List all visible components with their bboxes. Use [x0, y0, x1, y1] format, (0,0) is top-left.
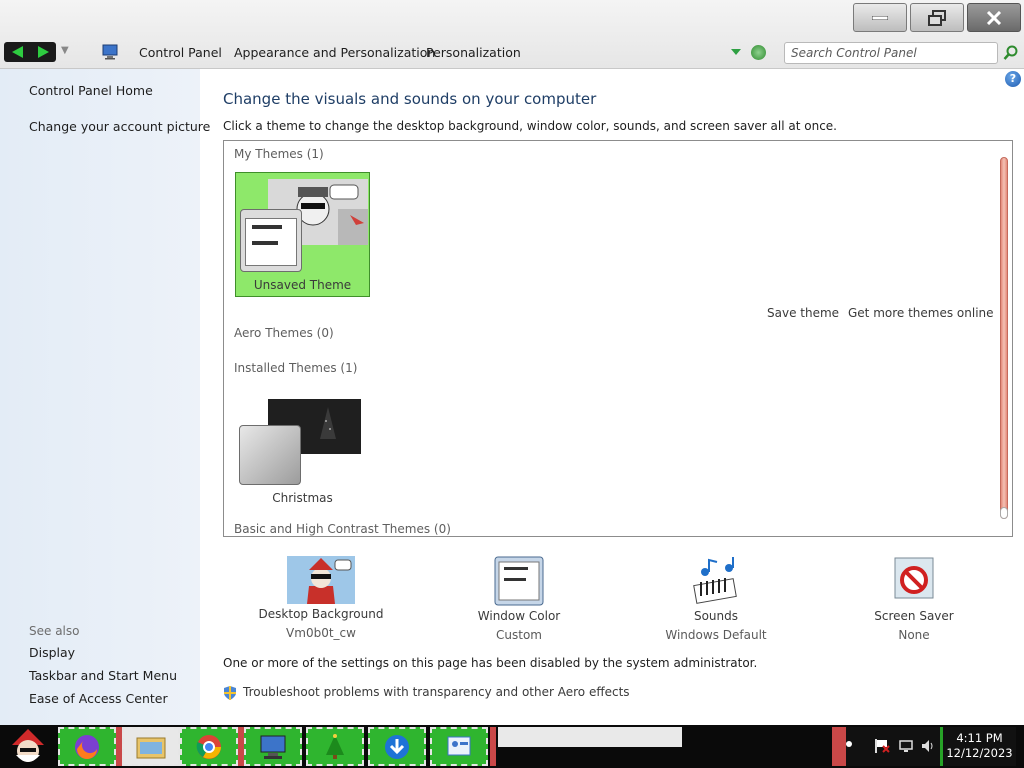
help-button[interactable]: ?: [1005, 71, 1021, 87]
restore-button[interactable]: [910, 3, 964, 32]
christmas-window-color-swatch: [239, 425, 301, 485]
sidebar-link-control-panel-home[interactable]: Control Panel Home: [29, 83, 153, 98]
admin-notice: One or more of the settings on this page…: [223, 656, 758, 670]
taskbar-settings[interactable]: [430, 727, 488, 766]
taskbar-control-panel[interactable]: [244, 727, 302, 766]
back-forward-buttons[interactable]: [4, 42, 56, 62]
minimize-icon: [872, 15, 888, 20]
network-icon[interactable]: [898, 738, 914, 754]
see-also-heading: See also: [29, 624, 80, 638]
taskbar-firefox[interactable]: [58, 727, 116, 766]
title-bar: ▼ Control Panel Appearance and Personali…: [0, 0, 1024, 69]
desktop-background-icon: [287, 556, 355, 604]
breadcrumb-control-panel[interactable]: Control Panel: [139, 45, 222, 60]
screen-saver-value: None: [898, 628, 930, 642]
theme-list: My Themes (1) Unsaved Theme Save theme G…: [223, 140, 1013, 537]
taskbar-downloads[interactable]: [368, 727, 426, 766]
control-panel-icon: [102, 44, 118, 60]
taskbar: 4:11 PM 12/12/2023: [0, 725, 1024, 768]
clock-date: 12/12/2023: [946, 746, 1013, 760]
sidebar: Control Panel Home Change your account p…: [0, 69, 210, 725]
screen-saver-setting[interactable]: Screen Saver None: [864, 556, 964, 642]
sidebar-link-account-picture[interactable]: Change your account picture: [29, 119, 210, 134]
start-button-santa-icon[interactable]: [0, 725, 56, 768]
window-color-swatch: [240, 209, 302, 272]
search-input[interactable]: [784, 42, 998, 64]
taskbar-explorer[interactable]: [122, 727, 180, 766]
window-color-value: Custom: [496, 628, 542, 642]
page-title: Change the visuals and sounds on your co…: [223, 90, 597, 108]
close-icon: [986, 10, 1002, 25]
system-tray: [846, 727, 940, 766]
section-installed-themes: Installed Themes (1): [234, 361, 358, 375]
taskbar-separator: [490, 727, 496, 766]
troubleshoot-label: Troubleshoot problems with transparency …: [243, 685, 630, 699]
clock-time: 4:11 PM: [956, 731, 1003, 745]
section-aero-themes: Aero Themes (0): [234, 326, 334, 340]
sounds-icon: [693, 557, 737, 604]
refresh-icon[interactable]: [751, 45, 766, 60]
breadcrumb-personalization[interactable]: Personalization: [426, 45, 521, 60]
screen-saver-label: Screen Saver: [874, 609, 954, 623]
sounds-label: Sounds: [693, 609, 739, 623]
recent-pages-dropdown[interactable]: ▼: [61, 45, 69, 56]
theme-tile-christmas[interactable]: Christmas: [235, 393, 370, 511]
desktop-background-label: Desktop Background: [258, 607, 384, 621]
back-arrow-icon[interactable]: [11, 46, 23, 58]
desktop-background-setting[interactable]: Desktop Background Vm0b0t_cw: [256, 556, 386, 640]
firefox-icon: [75, 734, 99, 759]
tray-dot-icon[interactable]: [846, 741, 852, 747]
folder-icon: [136, 737, 166, 758]
section-basic-themes: Basic and High Contrast Themes (0): [234, 522, 451, 536]
search-icon[interactable]: [1003, 45, 1019, 61]
chrome-icon: [196, 734, 221, 759]
troubleshoot-link[interactable]: Troubleshoot problems with transparency …: [223, 685, 630, 700]
address-dropdown-icon[interactable]: [731, 49, 741, 55]
action-center-flag-icon[interactable]: [874, 738, 890, 754]
close-button[interactable]: [967, 3, 1021, 32]
taskbar-chrome[interactable]: [180, 727, 238, 766]
taskbar-christmas-tree[interactable]: [306, 727, 364, 766]
desktop-background-value: Vm0b0t_cw: [286, 626, 356, 640]
sounds-value: Windows Default: [665, 628, 767, 642]
shield-icon: [224, 685, 236, 700]
get-more-themes-link[interactable]: Get more themes online: [848, 306, 994, 320]
theme-list-scrollbar[interactable]: [1000, 157, 1008, 519]
christmas-tree-icon: [326, 733, 344, 759]
download-icon: [385, 734, 409, 759]
window-color-icon: [494, 556, 544, 606]
sidebar-link-ease-of-access[interactable]: Ease of Access Center: [29, 691, 168, 706]
sidebar-link-display[interactable]: Display: [29, 645, 75, 660]
volume-icon[interactable]: [920, 738, 936, 754]
scrollbar-end[interactable]: [1000, 507, 1008, 519]
theme-name-unsaved: Unsaved Theme: [253, 278, 352, 292]
tray-show-desktop-strip[interactable]: [832, 727, 846, 766]
screen-saver-icon: [894, 557, 934, 599]
computer-icon: [260, 735, 286, 759]
section-my-themes: My Themes (1): [234, 147, 324, 161]
taskbar-clock[interactable]: 4:11 PM 12/12/2023: [940, 727, 1016, 766]
sidebar-link-taskbar[interactable]: Taskbar and Start Menu: [29, 668, 177, 683]
page-subtitle: Click a theme to change the desktop back…: [223, 119, 837, 133]
theme-name-christmas: Christmas: [272, 491, 333, 505]
theme-tile-unsaved[interactable]: Unsaved Theme: [235, 172, 370, 297]
save-theme-link[interactable]: Save theme: [767, 306, 839, 320]
forward-arrow-icon[interactable]: [37, 46, 49, 58]
settings-app-icon: [447, 736, 471, 755]
window-color-label: Window Color: [477, 609, 561, 623]
window-color-setting[interactable]: Window Color Custom: [464, 556, 574, 642]
minimize-button[interactable]: [853, 3, 907, 32]
taskbar-empty-slot: [498, 727, 682, 747]
restore-icon: [928, 9, 946, 26]
sounds-setting[interactable]: Sounds Windows Default: [660, 556, 772, 642]
breadcrumb-appearance[interactable]: Appearance and Personalization: [234, 45, 435, 60]
